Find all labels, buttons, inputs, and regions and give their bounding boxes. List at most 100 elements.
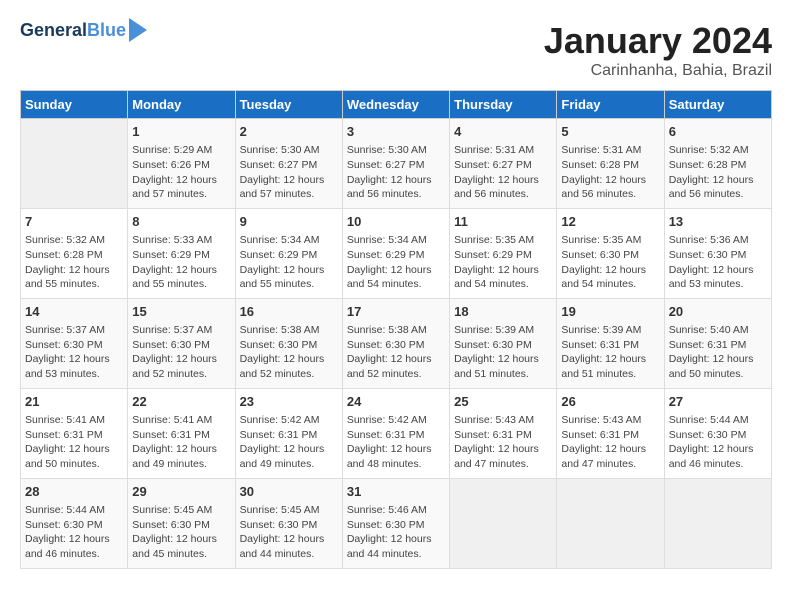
day-content: Sunrise: 5:45 AM Sunset: 6:30 PM Dayligh… — [132, 503, 230, 562]
day-cell: 17 Sunrise: 5:38 AM Sunset: 6:30 PM Dayli… — [342, 298, 449, 388]
header-sunday: Sunday — [21, 91, 128, 119]
day-cell: 24 Sunrise: 5:42 AM Sunset: 6:31 PM Dayli… — [342, 388, 449, 478]
header-monday: Monday — [128, 91, 235, 119]
day-content: Sunrise: 5:36 AM Sunset: 6:30 PM Dayligh… — [669, 233, 767, 292]
calendar-table: SundayMondayTuesdayWednesdayThursdayFrid… — [20, 90, 772, 569]
day-cell: 7Sunrise: 5:32 AM Sunset: 6:28 PM Daylig… — [21, 208, 128, 298]
day-number: 3 — [347, 123, 445, 141]
day-cell: 19 Sunrise: 5:39 AM Sunset: 6:31 PM Dayli… — [557, 298, 664, 388]
week-row-5: 28 Sunrise: 5:44 AM Sunset: 6:30 PM Dayli… — [21, 478, 772, 568]
day-number: 24 — [347, 393, 445, 411]
day-content: Sunrise: 5:38 AM Sunset: 6:30 PM Dayligh… — [347, 323, 445, 382]
day-content: Sunrise: 5:34 AM Sunset: 6:29 PM Dayligh… — [347, 233, 445, 292]
day-cell: 4Sunrise: 5:31 AM Sunset: 6:27 PM Daylig… — [450, 119, 557, 209]
day-cell: 11 Sunrise: 5:35 AM Sunset: 6:29 PM Dayli… — [450, 208, 557, 298]
day-content: Sunrise: 5:33 AM Sunset: 6:29 PM Dayligh… — [132, 233, 230, 292]
day-number: 28 — [25, 483, 123, 501]
day-number: 29 — [132, 483, 230, 501]
day-content: Sunrise: 5:32 AM Sunset: 6:28 PM Dayligh… — [669, 143, 767, 202]
day-number: 12 — [561, 213, 659, 231]
week-row-4: 21 Sunrise: 5:41 AM Sunset: 6:31 PM Dayli… — [21, 388, 772, 478]
day-content: Sunrise: 5:32 AM Sunset: 6:28 PM Dayligh… — [25, 233, 123, 292]
logo-arrow-icon — [129, 18, 147, 42]
day-content: Sunrise: 5:42 AM Sunset: 6:31 PM Dayligh… — [240, 413, 338, 472]
day-cell: 1 Sunrise: 5:29 AM Sunset: 6:26 PM Daylig… — [128, 119, 235, 209]
day-number: 5 — [561, 123, 659, 141]
day-content: Sunrise: 5:44 AM Sunset: 6:30 PM Dayligh… — [25, 503, 123, 562]
day-cell: 3 Sunrise: 5:30 AM Sunset: 6:27 PM Daylig… — [342, 119, 449, 209]
day-cell: 8 Sunrise: 5:33 AM Sunset: 6:29 PM Daylig… — [128, 208, 235, 298]
day-number: 6 — [669, 123, 767, 141]
day-number: 11 — [454, 213, 552, 231]
week-row-1: 1 Sunrise: 5:29 AM Sunset: 6:26 PM Daylig… — [21, 119, 772, 209]
day-number: 16 — [240, 303, 338, 321]
day-cell: 26Sunrise: 5:43 AM Sunset: 6:31 PM Dayli… — [557, 388, 664, 478]
week-row-3: 14 Sunrise: 5:37 AM Sunset: 6:30 PM Dayli… — [21, 298, 772, 388]
day-cell: 22 Sunrise: 5:41 AM Sunset: 6:31 PM Dayli… — [128, 388, 235, 478]
day-cell — [557, 478, 664, 568]
day-number: 22 — [132, 393, 230, 411]
day-number: 27 — [669, 393, 767, 411]
day-number: 17 — [347, 303, 445, 321]
day-cell: 29 Sunrise: 5:45 AM Sunset: 6:30 PM Dayli… — [128, 478, 235, 568]
day-content: Sunrise: 5:29 AM Sunset: 6:26 PM Dayligh… — [132, 143, 230, 202]
day-content: Sunrise: 5:35 AM Sunset: 6:30 PM Dayligh… — [561, 233, 659, 292]
day-cell: 2 Sunrise: 5:30 AM Sunset: 6:27 PM Daylig… — [235, 119, 342, 209]
day-content: Sunrise: 5:37 AM Sunset: 6:30 PM Dayligh… — [25, 323, 123, 382]
day-cell — [450, 478, 557, 568]
day-number: 20 — [669, 303, 767, 321]
day-number: 25 — [454, 393, 552, 411]
day-cell: 13 Sunrise: 5:36 AM Sunset: 6:30 PM Dayli… — [664, 208, 771, 298]
title-block: January 2024 Carinhanha, Bahia, Brazil — [544, 20, 772, 80]
day-content: Sunrise: 5:45 AM Sunset: 6:30 PM Dayligh… — [240, 503, 338, 562]
day-number: 19 — [561, 303, 659, 321]
day-content: Sunrise: 5:31 AM Sunset: 6:27 PM Dayligh… — [454, 143, 552, 202]
day-content: Sunrise: 5:34 AM Sunset: 6:29 PM Dayligh… — [240, 233, 338, 292]
logo-text: GeneralBlue — [20, 21, 126, 41]
day-cell: 12 Sunrise: 5:35 AM Sunset: 6:30 PM Dayli… — [557, 208, 664, 298]
day-cell: 10 Sunrise: 5:34 AM Sunset: 6:29 PM Dayli… — [342, 208, 449, 298]
day-number: 8 — [132, 213, 230, 231]
day-cell: 16Sunrise: 5:38 AM Sunset: 6:30 PM Dayli… — [235, 298, 342, 388]
day-number: 10 — [347, 213, 445, 231]
day-cell: 31 Sunrise: 5:46 AM Sunset: 6:30 PM Dayli… — [342, 478, 449, 568]
day-number: 30 — [240, 483, 338, 501]
header-thursday: Thursday — [450, 91, 557, 119]
page-header: GeneralBlue January 2024 Carinhanha, Bah… — [20, 20, 772, 80]
day-cell: 25Sunrise: 5:43 AM Sunset: 6:31 PM Dayli… — [450, 388, 557, 478]
day-content: Sunrise: 5:30 AM Sunset: 6:27 PM Dayligh… — [240, 143, 338, 202]
day-content: Sunrise: 5:35 AM Sunset: 6:29 PM Dayligh… — [454, 233, 552, 292]
header-friday: Friday — [557, 91, 664, 119]
day-number: 31 — [347, 483, 445, 501]
day-cell: 21 Sunrise: 5:41 AM Sunset: 6:31 PM Dayli… — [21, 388, 128, 478]
day-number: 14 — [25, 303, 123, 321]
day-cell: 9 Sunrise: 5:34 AM Sunset: 6:29 PM Daylig… — [235, 208, 342, 298]
day-content: Sunrise: 5:41 AM Sunset: 6:31 PM Dayligh… — [132, 413, 230, 472]
day-content: Sunrise: 5:31 AM Sunset: 6:28 PM Dayligh… — [561, 143, 659, 202]
day-number: 2 — [240, 123, 338, 141]
day-number: 18 — [454, 303, 552, 321]
day-content: Sunrise: 5:30 AM Sunset: 6:27 PM Dayligh… — [347, 143, 445, 202]
day-cell: 20Sunrise: 5:40 AM Sunset: 6:31 PM Dayli… — [664, 298, 771, 388]
day-cell — [21, 119, 128, 209]
location-subtitle: Carinhanha, Bahia, Brazil — [544, 62, 772, 80]
day-cell: 14 Sunrise: 5:37 AM Sunset: 6:30 PM Dayli… — [21, 298, 128, 388]
header-row: SundayMondayTuesdayWednesdayThursdayFrid… — [21, 91, 772, 119]
day-content: Sunrise: 5:41 AM Sunset: 6:31 PM Dayligh… — [25, 413, 123, 472]
day-number: 9 — [240, 213, 338, 231]
day-cell: 6 Sunrise: 5:32 AM Sunset: 6:28 PM Daylig… — [664, 119, 771, 209]
day-content: Sunrise: 5:46 AM Sunset: 6:30 PM Dayligh… — [347, 503, 445, 562]
day-content: Sunrise: 5:43 AM Sunset: 6:31 PM Dayligh… — [561, 413, 659, 472]
day-content: Sunrise: 5:39 AM Sunset: 6:31 PM Dayligh… — [561, 323, 659, 382]
day-content: Sunrise: 5:42 AM Sunset: 6:31 PM Dayligh… — [347, 413, 445, 472]
day-number: 15 — [132, 303, 230, 321]
day-cell: 5 Sunrise: 5:31 AM Sunset: 6:28 PM Daylig… — [557, 119, 664, 209]
day-number: 1 — [132, 123, 230, 141]
day-content: Sunrise: 5:37 AM Sunset: 6:30 PM Dayligh… — [132, 323, 230, 382]
day-cell: 30 Sunrise: 5:45 AM Sunset: 6:30 PM Dayli… — [235, 478, 342, 568]
day-number: 21 — [25, 393, 123, 411]
day-cell: 28 Sunrise: 5:44 AM Sunset: 6:30 PM Dayli… — [21, 478, 128, 568]
day-cell: 27Sunrise: 5:44 AM Sunset: 6:30 PM Dayli… — [664, 388, 771, 478]
day-number: 13 — [669, 213, 767, 231]
month-year-title: January 2024 — [544, 20, 772, 62]
